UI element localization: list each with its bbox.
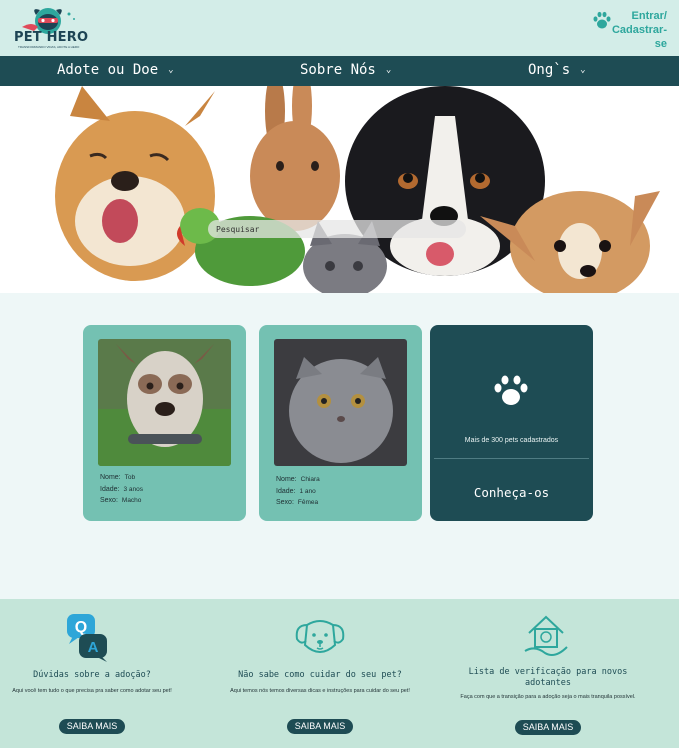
know-pets-link[interactable]: Conheça-os — [430, 485, 593, 500]
info-title: Dúvidas sobre a adoção? — [33, 670, 151, 680]
main-nav: Adote ou Doe ⌄ Sobre Nós ⌄ Ong`s ⌄ — [0, 56, 679, 86]
pet-card-dog[interactable]: Nome: Tob Idade: 3 anos Sexo: Macho — [83, 325, 246, 521]
pet-age-label: Idade: — [100, 485, 120, 493]
nav-item-sobre-nos[interactable]: Sobre Nós ⌄ — [300, 56, 391, 86]
saiba-mais-button[interactable]: SAIBA MAIS — [59, 719, 125, 734]
chevron-down-icon: ⌄ — [168, 65, 174, 75]
hero-banner — [0, 86, 679, 293]
pet-name-label: Nome: — [276, 476, 297, 483]
divider — [434, 458, 589, 459]
logo-tagline: TRANSFORMANDO VIDAS, ADOTE A HERO — [18, 45, 80, 49]
qa-icon: Q A — [67, 614, 107, 662]
pet-info: Nome: Tob Idade: 3 anos Sexo: Macho — [100, 472, 143, 507]
info-text: Faça com que a transição para a adoção s… — [460, 694, 636, 700]
chevron-down-icon: ⌄ — [385, 65, 392, 75]
pet-name-label: Nome: — [100, 474, 121, 481]
info-text: Aqui você tem tudo o que precisa pra sab… — [12, 688, 172, 694]
info-title: Não sabe como cuidar do seu pet? — [238, 670, 402, 680]
login-label-1: Entrar/ — [631, 10, 667, 22]
saiba-mais-button[interactable]: SAIBA MAIS — [515, 720, 581, 735]
info-col-checklist: Lista de verificação para novos adotante… — [448, 599, 648, 748]
pet-name: Chiara — [300, 476, 320, 483]
login-label-2: Cadastrar-se — [611, 24, 667, 50]
info-text: Aqui temos nós temos diversas dicas e in… — [230, 688, 410, 694]
saiba-mais-button[interactable]: SAIBA MAIS — [287, 719, 353, 734]
pet-photo-dog — [98, 339, 231, 466]
nav-item-ongs[interactable]: Ong`s ⌄ — [528, 56, 586, 86]
info-col-care: Não sabe como cuidar do seu pet? Aqui te… — [220, 599, 420, 748]
pet-age-label: Idade: — [276, 487, 296, 495]
nav-item-adote-ou-doe[interactable]: Adote ou Doe ⌄ — [57, 56, 174, 86]
search-input[interactable] — [208, 220, 466, 238]
pet-name: Tob — [124, 474, 136, 481]
login-link[interactable]: Entrar/ Cadastrar-se — [591, 7, 671, 50]
pet-sex: Macho — [121, 497, 142, 504]
nav-label: Adote ou Doe — [57, 62, 159, 78]
pet-house-icon — [524, 615, 568, 656]
pets-section: Nome: Tob Idade: 3 anos Sexo: Macho Nome: Ch… — [0, 293, 679, 599]
paw-icon — [494, 375, 528, 405]
info-section: Q A Dúvidas sobre a adoção? Aqui você te… — [0, 599, 679, 748]
logo-text: PET HERO — [14, 30, 89, 45]
chevron-down-icon: ⌄ — [580, 65, 586, 75]
info-col-faq: Q A Dúvidas sobre a adoção? Aqui você te… — [0, 599, 192, 748]
pet-card-cat[interactable]: Nome: Chiara Idade: 1 ano Sexo: Fêmea — [259, 325, 422, 521]
nav-label: Sobre Nós — [300, 62, 376, 78]
nav-label: Ong`s — [528, 62, 571, 78]
login-label: Entrar/ Cadastrar-se — [602, 9, 667, 51]
hero-pets-image — [55, 86, 660, 293]
info-title: Lista de verificação para novos adotante… — [468, 667, 628, 688]
svg-text:Q: Q — [75, 619, 87, 636]
know-pets-card[interactable]: Mais de 300 pets cadastrados Conheça-os — [430, 325, 593, 521]
pet-info: Nome: Chiara Idade: 1 ano Sexo: Fêmea — [276, 474, 320, 509]
pets-count-text: Mais de 300 pets cadastrados — [464, 437, 559, 444]
pet-age: 3 anos — [123, 485, 143, 493]
pet-sex-label: Sexo: — [276, 499, 294, 506]
dog-face-icon — [295, 620, 345, 653]
pet-photo-cat — [274, 339, 407, 466]
header: PET HERO TRANSFORMANDO VIDAS, ADOTE A HE… — [0, 0, 679, 56]
pet-sex: Fêmea — [297, 499, 319, 506]
svg-text:A: A — [88, 639, 99, 656]
pet-sex-label: Sexo: — [100, 497, 118, 504]
pet-age: 1 ano — [299, 487, 316, 495]
